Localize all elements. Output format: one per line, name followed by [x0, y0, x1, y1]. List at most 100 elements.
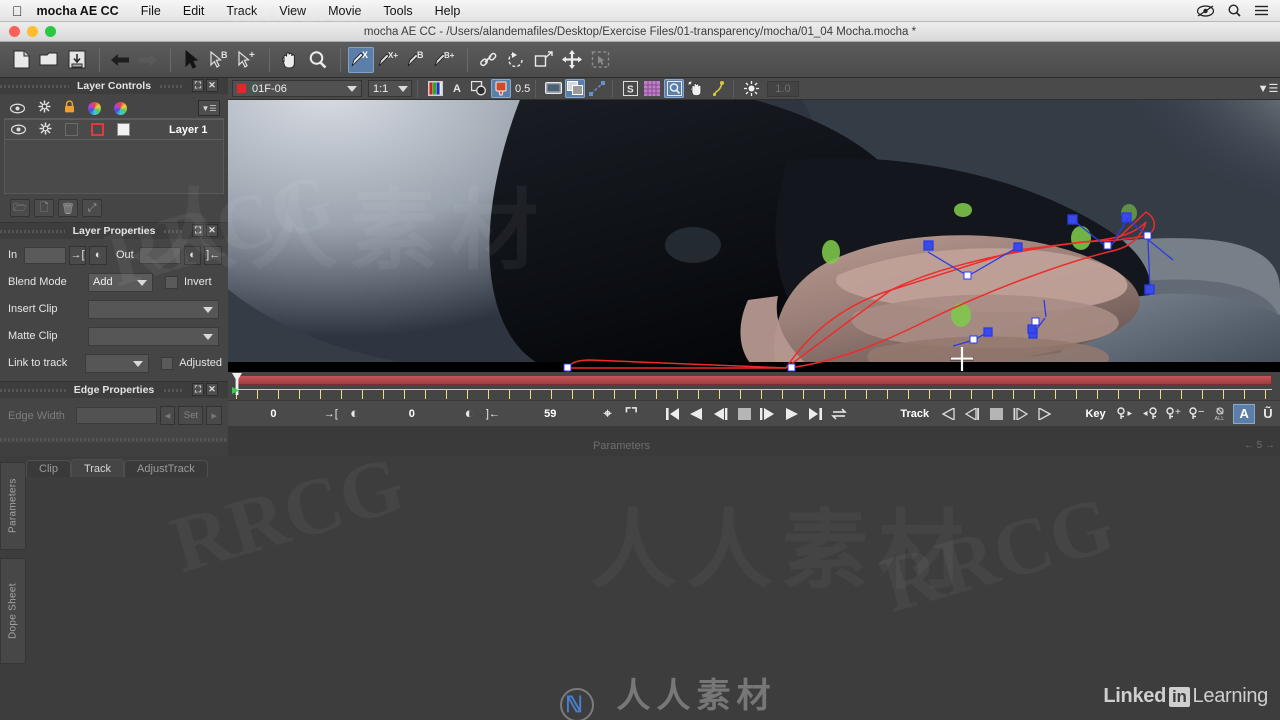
- clip-select[interactable]: 01F-06: [232, 80, 362, 97]
- lock-icon[interactable]: [64, 100, 75, 116]
- rgb-channels-icon[interactable]: [425, 79, 445, 98]
- track-forward-icon[interactable]: [1033, 404, 1055, 424]
- work-range-icon[interactable]: ⌜⌝: [620, 404, 642, 424]
- menu-item-track[interactable]: Track: [226, 4, 257, 18]
- frame-out-value[interactable]: 59: [505, 408, 596, 420]
- loop-icon[interactable]: [828, 404, 850, 424]
- rotate-shape-icon[interactable]: [503, 47, 529, 73]
- zoom-magnifier-tool-icon[interactable]: [305, 47, 331, 73]
- layer-lock-toggle[interactable]: [65, 123, 78, 136]
- edge-width-set-button[interactable]: Set: [178, 406, 204, 425]
- set-out-point-icon[interactable]: ]←: [204, 245, 223, 265]
- menu-item-tools[interactable]: Tools: [383, 4, 412, 18]
- tab-adjusttrack[interactable]: AdjustTrack: [124, 460, 208, 477]
- frame-current-value[interactable]: 0: [366, 408, 457, 420]
- play-forward-icon[interactable]: [781, 404, 803, 424]
- timeline-range-bar[interactable]: [236, 375, 1272, 385]
- clip-range-icon[interactable]: ⌖: [597, 404, 619, 424]
- x-spline-pen-tool-icon[interactable]: X: [348, 46, 374, 73]
- alpha-channel-icon[interactable]: A: [447, 79, 467, 98]
- add-keyframe-icon[interactable]: +: [1162, 404, 1184, 424]
- layer-row[interactable]: Layer 1: [5, 119, 223, 140]
- open-project-icon[interactable]: [36, 47, 62, 73]
- autokey-a-icon[interactable]: A: [1233, 403, 1256, 424]
- display-off-icon[interactable]: [1197, 4, 1214, 17]
- b-spline-add-pen-tool-icon[interactable]: B+: [432, 47, 458, 73]
- in-field[interactable]: [23, 246, 66, 264]
- overlay-icon[interactable]: [469, 79, 489, 98]
- layer-name[interactable]: Layer 1: [169, 124, 208, 136]
- invert-out-icon[interactable]: ◐: [183, 245, 202, 265]
- track-back-frame-icon[interactable]: [962, 404, 984, 424]
- go-to-end-icon[interactable]: [804, 404, 826, 424]
- remove-keyframe-icon[interactable]: −: [1186, 404, 1208, 424]
- menu-item-help[interactable]: Help: [435, 4, 461, 18]
- float-panel-icon[interactable]: ⛶: [192, 224, 204, 237]
- menu-app-name[interactable]: mocha AE CC: [37, 4, 119, 18]
- close-panel-icon[interactable]: ✕: [206, 79, 218, 92]
- track-path-icon[interactable]: [587, 79, 607, 98]
- layer-matte-color-swatch[interactable]: [117, 123, 130, 136]
- float-panel-icon[interactable]: ⛶: [192, 383, 204, 396]
- viewer-menu-icon[interactable]: ▼☰: [1258, 79, 1280, 98]
- matte-clip-select[interactable]: [88, 326, 219, 346]
- invert-checkbox[interactable]: [165, 275, 178, 289]
- tab-track[interactable]: Track: [70, 459, 125, 477]
- playhead-icon[interactable]: [232, 373, 242, 399]
- close-panel-icon[interactable]: ✕: [206, 224, 218, 237]
- pan-hand-tool-icon[interactable]: [277, 47, 303, 73]
- next-keyframe-icon[interactable]: [1138, 404, 1160, 424]
- track-stop-icon[interactable]: [986, 404, 1008, 424]
- menu-item-view[interactable]: View: [279, 4, 306, 18]
- layer-menu-icon[interactable]: ▼☰: [198, 100, 220, 116]
- viewer-stage[interactable]: [228, 100, 1280, 372]
- marquee-select-icon[interactable]: [587, 47, 613, 73]
- track-forward-frame-icon[interactable]: [1009, 404, 1031, 424]
- blend-mode-select[interactable]: Add: [88, 272, 153, 292]
- move-shape-icon[interactable]: [559, 47, 585, 73]
- control-center-icon[interactable]: [1255, 5, 1268, 16]
- brightness-gain-icon[interactable]: [741, 79, 761, 98]
- add-point-tool-icon[interactable]: +: [234, 47, 260, 73]
- prev-keyframe-icon[interactable]: [1115, 404, 1137, 424]
- search-icon[interactable]: [1228, 4, 1241, 17]
- link-to-track-select[interactable]: [85, 353, 149, 373]
- layer-spline-color-swatch[interactable]: [91, 123, 104, 136]
- stop-icon[interactable]: [733, 404, 755, 424]
- undo-arrow-icon[interactable]: [107, 47, 133, 73]
- surface-preview-icon[interactable]: [565, 79, 586, 98]
- side-tab-parameters[interactable]: Parameters: [0, 462, 26, 550]
- select-b-spline-tool-icon[interactable]: B: [206, 47, 232, 73]
- step-back-icon[interactable]: [709, 404, 731, 424]
- frame-in-value[interactable]: 0: [228, 408, 319, 420]
- float-panel-icon[interactable]: ⛶: [192, 79, 204, 92]
- stabilize-icon[interactable]: S: [620, 79, 640, 98]
- invert-out-icon[interactable]: ◐: [458, 404, 480, 424]
- mouse-hand-icon[interactable]: [686, 79, 706, 98]
- new-layer-icon[interactable]: 🗋: [34, 199, 54, 217]
- layer-lock-overlay-icon[interactable]: [39, 122, 52, 138]
- spline-key-icon[interactable]: [708, 79, 728, 98]
- fit-layer-icon[interactable]: ⤢: [82, 199, 102, 217]
- tab-clip[interactable]: Clip: [26, 460, 71, 477]
- grid-overlay-icon[interactable]: [642, 79, 662, 98]
- color-wheel-icon[interactable]: [114, 101, 127, 115]
- menu-item-edit[interactable]: Edit: [183, 4, 205, 18]
- set-in-point-icon[interactable]: →[: [68, 245, 87, 265]
- scale-shape-icon[interactable]: [531, 47, 557, 73]
- go-to-start-icon[interactable]: [662, 404, 684, 424]
- visibility-eye-icon[interactable]: [10, 103, 25, 114]
- new-group-icon[interactable]: 🗁: [10, 199, 30, 217]
- x-spline-add-pen-tool-icon[interactable]: X+: [376, 47, 402, 73]
- invert-in-icon[interactable]: ◐: [89, 245, 107, 265]
- step-forward-icon[interactable]: [757, 404, 779, 424]
- layer-visibility-eye-icon[interactable]: [11, 124, 26, 135]
- delete-all-keyframes-icon[interactable]: ALL: [1210, 404, 1232, 424]
- play-backward-icon[interactable]: [686, 404, 708, 424]
- insert-clip-select[interactable]: [88, 299, 219, 319]
- set-in-point-icon[interactable]: →[: [320, 404, 342, 424]
- redo-arrow-icon[interactable]: [135, 47, 161, 73]
- timeline-ruler[interactable]: [228, 372, 1280, 400]
- opacity-value[interactable]: 0.5: [515, 83, 530, 95]
- tracking-spline-overlay[interactable]: [228, 100, 1280, 372]
